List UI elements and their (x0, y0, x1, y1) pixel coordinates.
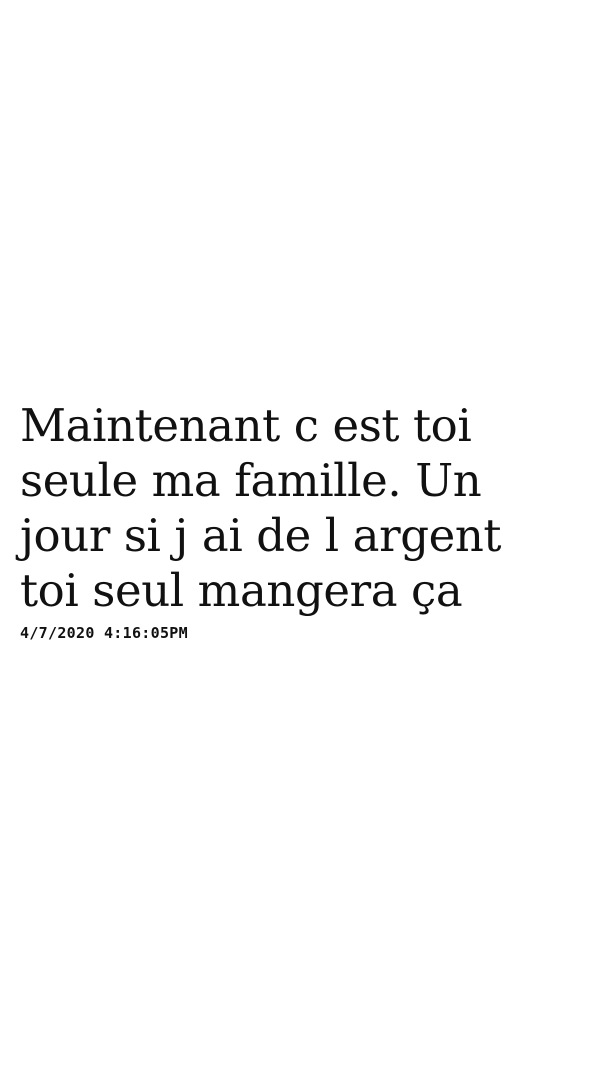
quote-line: Maintenant c est toi (20, 399, 472, 452)
quote-line: toi seul mangera ça (20, 564, 463, 617)
quote-text: Maintenant c est toi seule ma famille. U… (20, 398, 590, 618)
quote-line: jour si j ai de l argent (20, 509, 502, 562)
quote-line: seule ma famille. Un (20, 454, 482, 507)
quote-post: Maintenant c est toi seule ma famille. U… (20, 398, 590, 642)
quote-screen: Maintenant c est toi seule ma famille. U… (0, 0, 608, 1080)
post-timestamp: 4/7/2020 4:16:05PM (20, 624, 188, 642)
